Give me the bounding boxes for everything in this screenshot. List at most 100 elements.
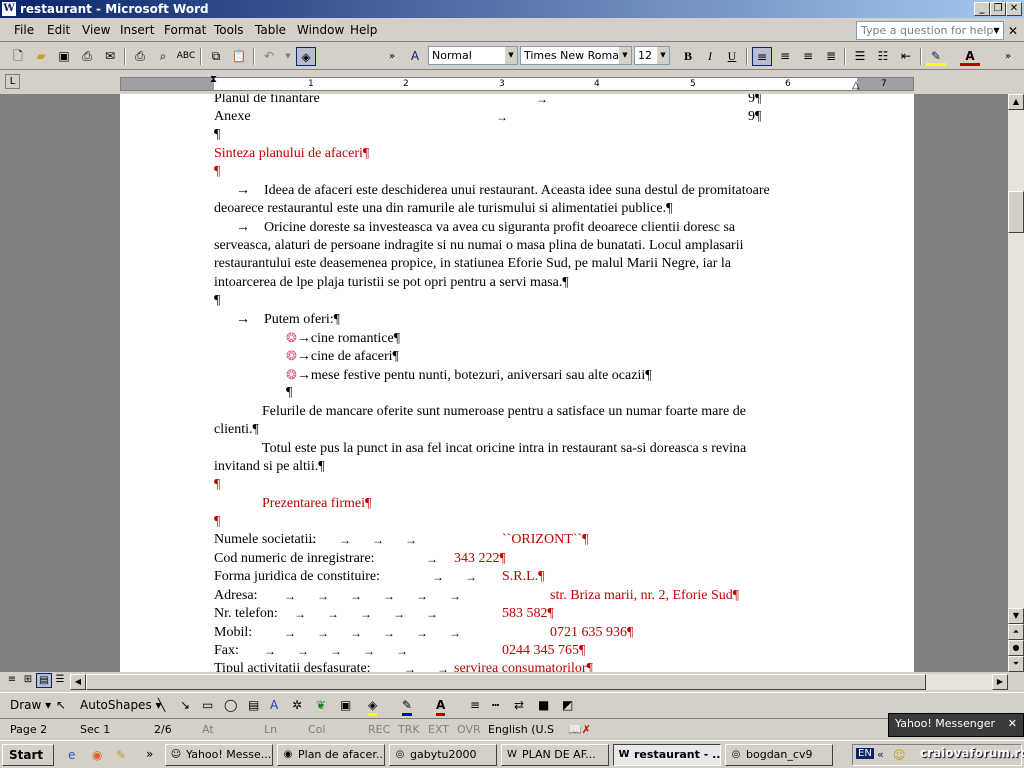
normal-view-icon[interactable]: ≡ xyxy=(4,673,20,688)
highlight-icon[interactable]: ✎ xyxy=(926,47,946,66)
document-area[interactable]: Planul de finantare → 9¶ Anexe → 9¶ ¶ Si… xyxy=(0,94,1008,672)
scroll-down-icon[interactable]: ▼ xyxy=(1008,608,1024,624)
drawing-icon[interactable]: ◈ xyxy=(296,47,316,66)
menu-help[interactable]: Help xyxy=(350,23,377,37)
italic-button[interactable]: I xyxy=(700,47,720,66)
start-button[interactable]: Start xyxy=(2,744,54,766)
indent-marker-icon[interactable]: ⧗ xyxy=(210,74,217,85)
undo-dropdown-icon[interactable]: ▼ xyxy=(278,47,298,66)
clipart-icon[interactable]: ❦ xyxy=(316,697,326,713)
status-ext[interactable]: EXT xyxy=(428,723,449,736)
web-layout-icon[interactable]: ⊞ xyxy=(20,673,36,688)
style-select[interactable]: Normal ▼ xyxy=(428,46,518,65)
tab-selector-icon[interactable]: L xyxy=(5,74,20,89)
previous-page-icon[interactable]: ⏶ xyxy=(1008,624,1024,640)
line-color-icon[interactable]: ✎ xyxy=(402,697,413,716)
horizontal-ruler[interactable]: 1 2 3 4 5 6 7 ⧗ △ xyxy=(120,74,914,91)
menu-file[interactable]: File xyxy=(14,23,34,37)
textbox-icon[interactable]: ▤ xyxy=(248,697,259,713)
tray-yahoo-icon[interactable]: ☺ xyxy=(893,748,906,762)
vertical-scrollbar[interactable]: ▲ ▼ ⏶ ● ⏷ xyxy=(1008,94,1024,672)
style-dropdown-icon[interactable]: ▼ xyxy=(505,47,517,64)
next-page-icon[interactable]: ⏷ xyxy=(1008,656,1024,672)
word-app-icon[interactable]: W xyxy=(2,2,16,16)
toolbar-options-icon[interactable]: » xyxy=(382,47,402,66)
menu-insert[interactable]: Insert xyxy=(120,23,154,37)
firefox-quicklaunch-icon[interactable]: ◉ xyxy=(92,748,102,762)
menu-edit[interactable]: Edit xyxy=(47,23,70,37)
scroll-up-icon[interactable]: ▲ xyxy=(1008,94,1024,110)
new-document-icon[interactable]: 🗋 xyxy=(8,47,28,66)
horizontal-scrollbar[interactable]: ◀ ▶ xyxy=(70,674,1008,690)
yahoo-messenger-popup[interactable]: Yahoo! Messenger ✕ xyxy=(888,713,1024,737)
scroll-left-icon[interactable]: ◀ xyxy=(70,674,86,690)
scroll-right-icon[interactable]: ▶ xyxy=(992,674,1008,690)
align-left-icon[interactable]: ≡ xyxy=(752,47,772,66)
menu-table[interactable]: Table xyxy=(255,23,286,37)
permission-icon[interactable]: ⎙ xyxy=(77,47,97,66)
ie-quicklaunch-icon[interactable]: e xyxy=(68,748,75,762)
spelling-icon[interactable]: ABC xyxy=(176,47,196,66)
draw-menu[interactable]: Draw ▾ xyxy=(10,697,51,713)
styles-formatting-icon[interactable]: A xyxy=(405,47,425,66)
decrease-indent-icon[interactable]: ⇤ xyxy=(896,47,916,66)
paste-icon[interactable]: 📋 xyxy=(229,47,249,66)
oval-icon[interactable]: ◯ xyxy=(224,697,237,713)
spelling-status-icon[interactable]: 📖✗ xyxy=(568,723,591,736)
undo-icon[interactable]: ↶ xyxy=(259,47,279,66)
3d-icon[interactable]: ◩ xyxy=(562,697,573,713)
wordart-icon[interactable]: A xyxy=(270,697,278,713)
help-question-input[interactable]: Type a question for help xyxy=(856,21,1004,40)
vertical-scroll-thumb[interactable] xyxy=(1008,191,1024,233)
right-indent-marker-icon[interactable]: △ xyxy=(852,80,860,91)
shadow-icon[interactable]: ■ xyxy=(538,697,549,713)
email-icon[interactable]: ✉ xyxy=(100,47,120,66)
font-color-icon[interactable]: A xyxy=(960,47,980,66)
bold-button[interactable]: B xyxy=(678,47,698,66)
arrow-style-icon[interactable]: ⇄ xyxy=(514,697,524,713)
menu-tools[interactable]: Tools xyxy=(214,23,244,37)
underline-button[interactable]: U xyxy=(722,47,742,66)
align-center-icon[interactable]: ≡ xyxy=(775,47,795,66)
bullets-icon[interactable]: ☷ xyxy=(873,47,893,66)
task-plan-de-af[interactable]: W PLAN DE AF... xyxy=(501,744,609,766)
font-select[interactable]: Times New Roman ▼ xyxy=(520,46,632,65)
justify-icon[interactable]: ≣ xyxy=(821,47,841,66)
align-right-icon[interactable]: ≡ xyxy=(798,47,818,66)
menu-window[interactable]: Window xyxy=(297,23,344,37)
font-dropdown-icon[interactable]: ▼ xyxy=(619,47,631,64)
task-gabytu[interactable]: ◎ gabytu2000 xyxy=(389,744,497,766)
rectangle-icon[interactable]: ▭ xyxy=(202,697,213,713)
font-size-dropdown-icon[interactable]: ▼ xyxy=(657,47,669,64)
more-buttons-icon[interactable]: » xyxy=(998,47,1018,66)
tray-expand-icon[interactable]: « xyxy=(877,748,884,761)
help-dropdown-icon[interactable]: ▼ xyxy=(990,22,1003,39)
restore-button[interactable]: ❐ xyxy=(990,2,1006,16)
close-button[interactable]: ✕ xyxy=(1006,2,1022,16)
numbering-icon[interactable]: ☰ xyxy=(850,47,870,66)
task-bogdan[interactable]: ◎ bogdan_cv9 xyxy=(725,744,833,766)
font-size-select[interactable]: 12 ▼ xyxy=(634,46,670,65)
language-indicator[interactable]: EN xyxy=(856,748,874,759)
task-plan-afaceri[interactable]: ◉ Plan de afacer... xyxy=(277,744,385,766)
status-ovr[interactable]: OVR xyxy=(457,723,481,736)
outline-view-icon[interactable]: ☰ xyxy=(52,673,68,688)
horizontal-scroll-thumb[interactable] xyxy=(86,674,926,690)
print-layout-icon[interactable]: ▤ xyxy=(36,673,52,688)
font-color-draw-icon[interactable]: A xyxy=(436,697,446,716)
dash-style-icon[interactable]: ┅ xyxy=(492,697,499,713)
print-preview-icon[interactable]: ⌕ xyxy=(153,47,173,66)
status-trk[interactable]: TRK xyxy=(398,723,420,736)
line-style-icon[interactable]: ≡ xyxy=(470,697,480,713)
document-close-icon[interactable]: ✕ xyxy=(1008,24,1018,38)
select-objects-icon[interactable]: ↖ xyxy=(56,697,66,713)
print-icon[interactable]: ⎙ xyxy=(130,47,150,66)
line-icon[interactable]: ╲ xyxy=(158,697,165,713)
task-restaurant[interactable]: Wrestaurant - ... xyxy=(613,744,721,766)
menu-view[interactable]: View xyxy=(82,23,110,37)
minimize-button[interactable]: _ xyxy=(974,2,990,16)
quicklaunch-more-icon[interactable]: » xyxy=(146,747,153,761)
fill-color-icon[interactable]: ◈ xyxy=(368,697,378,716)
document-page[interactable]: Planul de finantare → 9¶ Anexe → 9¶ ¶ Si… xyxy=(120,94,914,672)
browse-object-icon[interactable]: ● xyxy=(1008,640,1024,656)
